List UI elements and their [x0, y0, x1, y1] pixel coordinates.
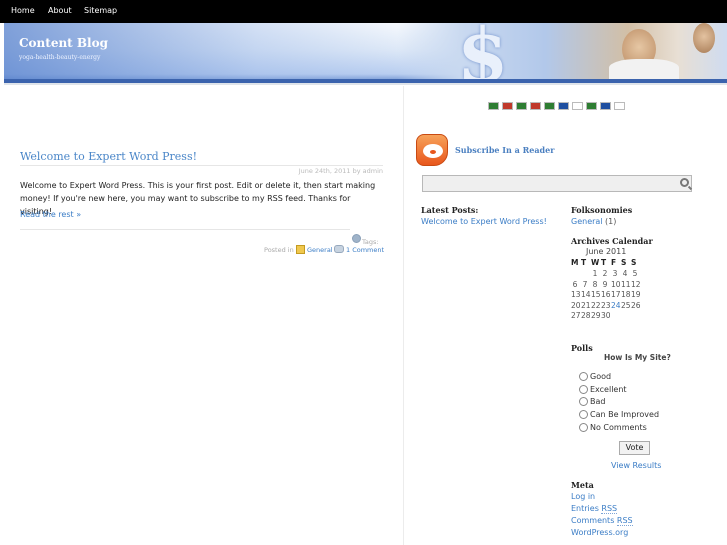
calendar-day: 4 — [622, 269, 628, 278]
calendar-day: 25 — [621, 300, 631, 310]
search-input[interactable] — [422, 175, 692, 192]
arabic-flag[interactable] — [488, 102, 499, 110]
meta-title: Meta — [571, 480, 594, 490]
poll-radio[interactable] — [579, 372, 588, 381]
calendar-day: 30 — [601, 311, 611, 320]
calendar-day: 14 — [581, 290, 591, 299]
calendar-day: 18 — [621, 290, 631, 299]
post-meta: June 24th, 2011 by admin — [298, 167, 383, 175]
view-results-link[interactable]: View Results — [611, 461, 661, 470]
meta-link[interactable]: Comments RSS — [571, 516, 633, 526]
chinese-flag[interactable] — [530, 102, 541, 110]
calendar-day: 29 — [591, 311, 601, 320]
header-shade — [4, 23, 727, 83]
comments-link[interactable]: 1 Comment — [346, 246, 384, 254]
calendar-day: 17 — [611, 290, 621, 299]
calendar-day: 1 — [592, 269, 598, 278]
portuguese-flag[interactable] — [516, 102, 527, 110]
calendar-day: 6 — [572, 279, 578, 289]
poll-question: How Is My Site? — [604, 353, 671, 362]
nav-home[interactable]: Home — [11, 6, 35, 15]
italian-flag[interactable] — [544, 102, 555, 110]
japanese-flag[interactable] — [572, 102, 583, 110]
post-title-divider — [20, 165, 383, 166]
top-navigation: Home About Sitemap — [0, 0, 727, 23]
category-link[interactable]: General — [307, 246, 333, 254]
calendar-day: 7 — [582, 279, 588, 289]
calendar-day: 8 — [592, 279, 598, 289]
poll-radio[interactable] — [579, 422, 588, 432]
calendar-day: 23 — [601, 300, 611, 310]
calendar-day: 3 — [612, 269, 618, 278]
calendar-day-header: S — [631, 258, 637, 267]
calendar-day-header: F — [611, 258, 617, 267]
column-divider — [403, 86, 404, 545]
calendar-day: 10 — [611, 279, 621, 289]
calendar-day-header: T — [581, 258, 587, 267]
calendar-day: 20 — [571, 300, 581, 310]
folksonomies-title: Folksonomies — [571, 205, 633, 215]
latest-post-link[interactable]: Welcome to Expert Word Press! — [421, 217, 547, 226]
nav-sitemap[interactable]: Sitemap — [84, 6, 117, 15]
vote-button[interactable]: Vote — [619, 441, 650, 455]
calendar-day: 21 — [581, 300, 591, 310]
calendar-day: 2 — [602, 269, 608, 278]
poll-radio[interactable] — [579, 397, 588, 407]
russian-flag[interactable] — [558, 102, 569, 110]
calendar-day: 13 — [571, 290, 581, 299]
calendar-day: 12 — [631, 279, 641, 289]
meta-link[interactable]: Entries RSS — [571, 504, 618, 514]
german-flag[interactable] — [502, 102, 513, 110]
search-icon[interactable] — [680, 178, 689, 187]
calendar-day: 9 — [602, 279, 608, 289]
folder-icon — [296, 245, 305, 254]
folksonomy-count: (1) — [605, 217, 617, 226]
read-more-link[interactable]: Read the rest » — [20, 210, 81, 219]
calendar-day: 27 — [571, 311, 581, 320]
calendar-day: 26 — [631, 300, 641, 310]
calendar-day-link[interactable]: 24 — [611, 301, 621, 310]
calendar-caption: June 2011 — [586, 247, 627, 256]
subscribe-link[interactable]: Subscribe In a Reader — [455, 145, 554, 155]
poll-option-label: Excellent — [590, 384, 627, 394]
calendar-day: 28 — [581, 311, 591, 320]
poll-option-label: No Comments — [590, 422, 647, 432]
meta-link[interactable]: Log in — [571, 492, 595, 501]
calendar-day: 16 — [601, 290, 611, 299]
poll-option-label: Good — [590, 372, 612, 381]
rss-reader-icon[interactable] — [416, 134, 448, 166]
folksonomy-link[interactable]: General — [571, 217, 603, 226]
korean-flag[interactable] — [614, 102, 625, 110]
calendar-day: 19 — [631, 290, 641, 299]
site-tagline: yoga-health-beauty-energy — [19, 54, 101, 61]
poll-option-label: Bad — [590, 397, 606, 407]
header-divider — [4, 83, 727, 85]
posted-in-label: Posted in — [264, 246, 294, 254]
site-title[interactable]: Content Blog — [19, 36, 108, 50]
archives-title: Archives Calendar — [571, 236, 653, 246]
site-header: $ Content Blog yoga-health-beauty-energy — [4, 23, 727, 83]
nav-about[interactable]: About — [48, 6, 72, 15]
calendar-day-header: T — [601, 258, 607, 267]
latest-posts-title: Latest Posts: — [421, 205, 479, 215]
mexican-flag[interactable] — [586, 102, 597, 110]
calendar-day-header: W — [591, 258, 600, 267]
calendar-day: 11 — [621, 279, 631, 289]
calendar-day: 15 — [591, 290, 601, 299]
tag-icon — [352, 234, 361, 243]
comment-icon — [334, 245, 344, 253]
polls-title: Polls — [571, 343, 593, 353]
poll-radio[interactable] — [579, 410, 588, 420]
meta-link[interactable]: WordPress.org — [571, 528, 628, 537]
post-divider — [20, 229, 350, 230]
poll-option-label: Can Be Improved — [590, 410, 660, 420]
calendar-day-header: M — [571, 258, 579, 267]
calendar-day-header: S — [621, 258, 627, 267]
calendar-day: 5 — [632, 269, 638, 278]
post-title[interactable]: Welcome to Expert Word Press! — [20, 150, 197, 163]
poll-radio[interactable] — [579, 384, 588, 394]
calendar-day: 22 — [591, 300, 601, 310]
tags-label: Tags: — [362, 238, 379, 246]
french-flag[interactable] — [600, 102, 611, 110]
